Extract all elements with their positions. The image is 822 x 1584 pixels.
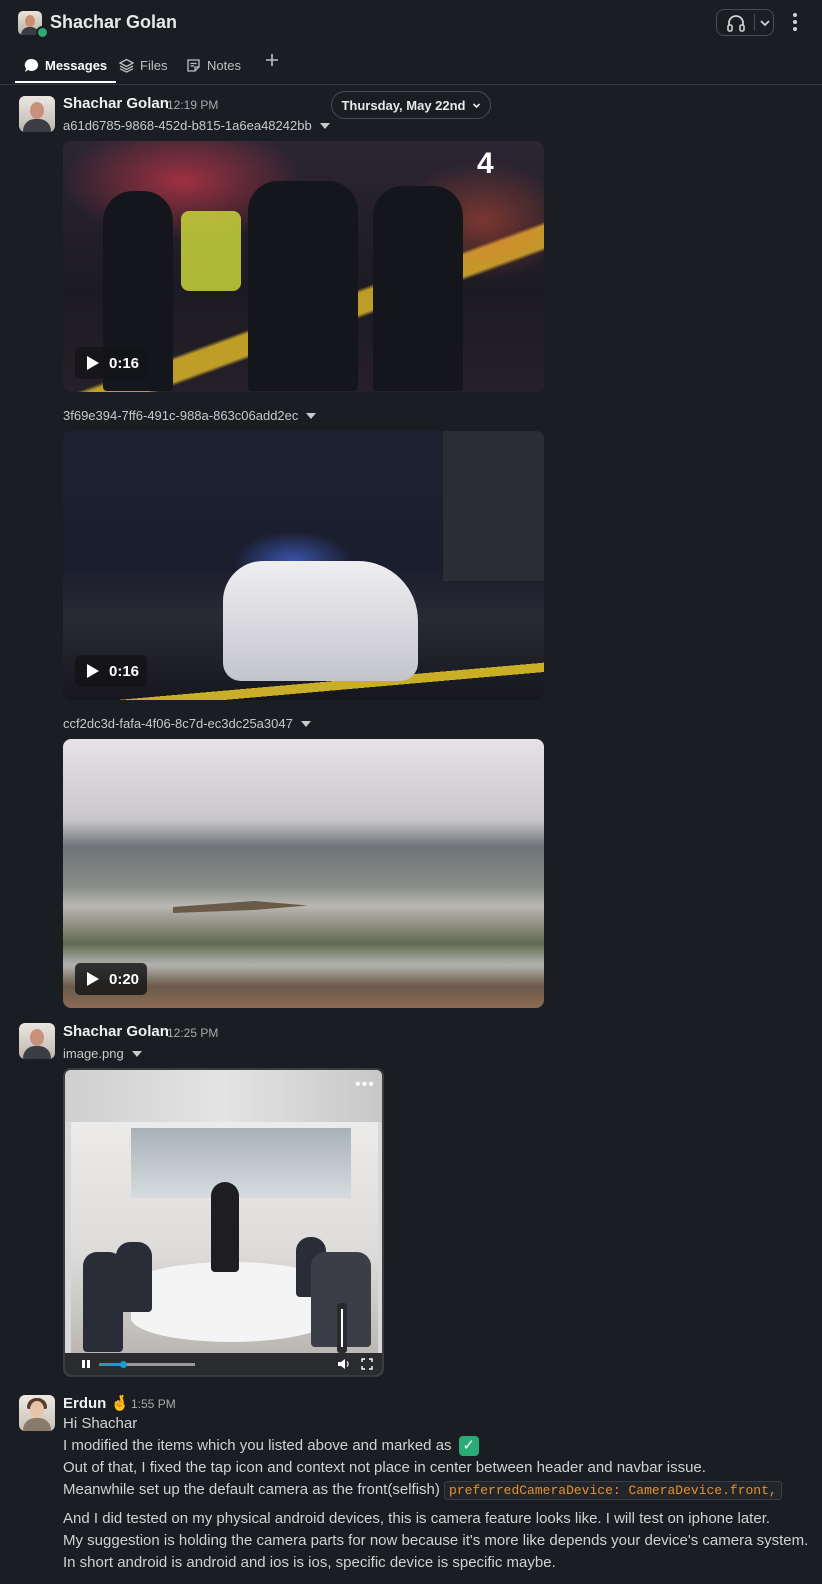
caret-down-icon[interactable] bbox=[131, 1050, 142, 1057]
timestamp[interactable]: 12:19 PM bbox=[167, 98, 218, 112]
message-line: And I did tested on my physical android … bbox=[63, 1510, 771, 1527]
video-duration: 0:16 bbox=[109, 662, 140, 680]
chat-bubble-icon bbox=[24, 58, 39, 72]
sender-name[interactable]: Erdun 🤞 bbox=[63, 1394, 129, 1412]
channel-header: Shachar Golan Messages Files Notes bbox=[0, 0, 822, 85]
video-player[interactable]: 0:16 bbox=[63, 431, 544, 700]
status-emoji: 🤞 bbox=[110, 1395, 130, 1412]
avatar[interactable] bbox=[19, 1023, 55, 1059]
caret-down-icon[interactable] bbox=[306, 412, 317, 419]
play-icon bbox=[87, 664, 99, 678]
caret-down-icon[interactable] bbox=[300, 720, 311, 727]
channel-title[interactable]: Shachar Golan bbox=[50, 12, 177, 33]
avatar[interactable] bbox=[19, 96, 55, 132]
timestamp[interactable]: 12:25 PM bbox=[167, 1026, 218, 1040]
message-line: I modified the items which you listed ab… bbox=[63, 1436, 479, 1457]
tab-files[interactable]: Files bbox=[119, 48, 167, 82]
tab-label: Messages bbox=[45, 57, 108, 73]
chevron-down-icon bbox=[472, 102, 480, 108]
layers-icon bbox=[119, 58, 134, 73]
more-options-button[interactable]: ••• bbox=[355, 1076, 375, 1094]
headphones-icon bbox=[727, 15, 745, 32]
attachment-name[interactable]: 3f69e394-7ff6-491c-988a-863c06add2ec bbox=[63, 408, 317, 423]
attachment-name[interactable]: image.png bbox=[63, 1046, 142, 1061]
message-line: Meanwhile set up the default camera as t… bbox=[63, 1480, 782, 1501]
sender-name[interactable]: Shachar Golan bbox=[63, 1023, 169, 1040]
image-preview bbox=[71, 1122, 378, 1357]
inline-code: preferredCameraDevice: CameraDevice.fron… bbox=[444, 1481, 782, 1500]
check-mark-icon: ✓ bbox=[458, 1436, 479, 1457]
progress-bar[interactable] bbox=[99, 1361, 195, 1368]
network-logo: 4 bbox=[477, 147, 494, 180]
video-duration: 0:20 bbox=[109, 970, 140, 988]
volume-icon[interactable] bbox=[337, 1358, 351, 1370]
huddle-button[interactable] bbox=[716, 9, 774, 36]
chevron-down-icon[interactable] bbox=[759, 16, 771, 30]
add-tab-icon[interactable] bbox=[265, 53, 279, 67]
volume-slider[interactable] bbox=[337, 1303, 347, 1353]
pause-icon[interactable] bbox=[81, 1359, 91, 1369]
avatar[interactable] bbox=[19, 1395, 55, 1431]
video-player[interactable]: 0:20 bbox=[63, 739, 544, 1008]
play-icon bbox=[87, 972, 99, 986]
note-icon bbox=[187, 58, 200, 72]
caret-down-icon[interactable] bbox=[319, 122, 330, 129]
play-button[interactable]: 0:16 bbox=[75, 655, 147, 687]
sender-name[interactable]: Shachar Golan bbox=[63, 95, 169, 112]
message-line: Hi Shachar bbox=[63, 1415, 138, 1432]
play-button[interactable]: 0:16 bbox=[75, 347, 147, 379]
tab-notes[interactable]: Notes bbox=[186, 48, 241, 82]
fullscreen-icon[interactable] bbox=[361, 1358, 373, 1370]
presence-dot bbox=[36, 26, 49, 39]
timestamp[interactable]: 1:55 PM bbox=[131, 1397, 176, 1411]
kebab-icon[interactable] bbox=[792, 12, 798, 32]
date-divider[interactable]: Thursday, May 22nd bbox=[331, 91, 491, 119]
tab-messages[interactable]: Messages bbox=[15, 48, 116, 83]
attachment-name[interactable]: ccf2dc3d-fafa-4f06-8c7d-ec3dc25a3047 bbox=[63, 716, 311, 731]
video-duration: 0:16 bbox=[109, 354, 140, 372]
play-icon bbox=[87, 356, 99, 370]
play-button[interactable]: 0:20 bbox=[75, 963, 147, 995]
date-label: Thursday, May 22nd bbox=[341, 97, 466, 113]
image-attachment[interactable]: ••• bbox=[63, 1068, 384, 1377]
message-line: My suggestion is holding the camera part… bbox=[63, 1532, 809, 1549]
message-line: Out of that, I fixed the tap icon and co… bbox=[63, 1459, 706, 1476]
tab-label: Files bbox=[140, 57, 168, 73]
video-player[interactable]: 4 0:16 bbox=[63, 141, 544, 392]
media-controls bbox=[65, 1353, 382, 1375]
tab-label: Notes bbox=[207, 57, 241, 73]
message-line: In short android is android and ios is i… bbox=[63, 1554, 556, 1571]
attachment-name[interactable]: a61d6785-9868-452d-b815-1a6ea48242bb bbox=[63, 118, 330, 133]
